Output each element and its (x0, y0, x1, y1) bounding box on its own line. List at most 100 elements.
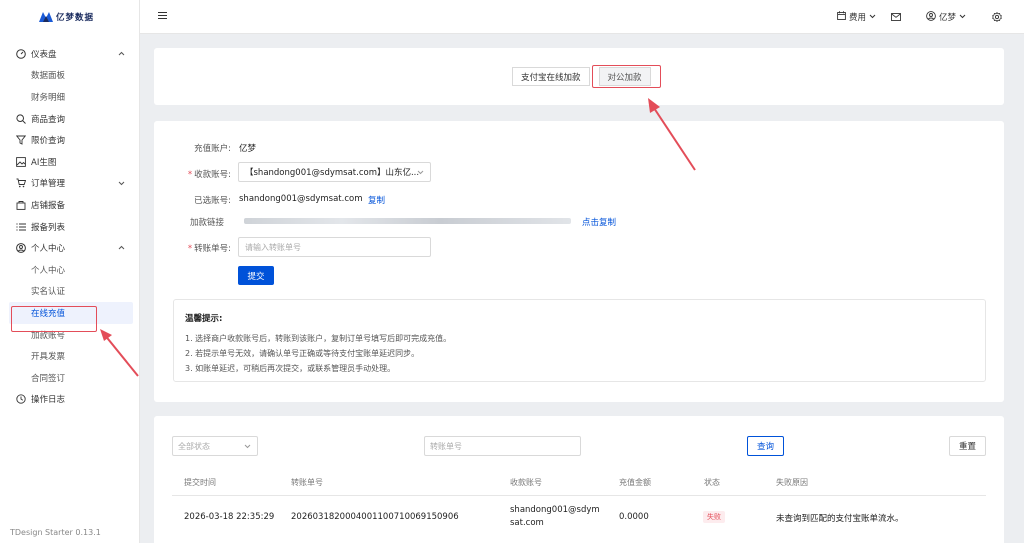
th-submit-time: 提交时间 (184, 478, 216, 487)
th-transfer-no: 转账单号 (291, 478, 323, 487)
payment-link-blurred (244, 218, 571, 224)
chevron-down-icon (118, 179, 125, 189)
cell-reason: 未查询到匹配的支付宝账单流水。 (776, 514, 904, 524)
status-filter-select[interactable]: 全部状态 (172, 436, 258, 456)
tips-line: 1. 选择商户收款账号后，转账到该账户，复制订单号填写后即可完成充值。 (185, 334, 452, 343)
sidebar-item-label: 报备列表 (31, 222, 66, 233)
history-icon (15, 394, 26, 405)
tips-line: 2. 若提示单号无效，请确认单号正确或等待支付宝账单延迟同步。 (185, 349, 420, 358)
calendar-icon (837, 11, 846, 23)
sidebar-item-label: 商品查询 (31, 114, 66, 125)
account-value: 亿梦 (239, 144, 257, 154)
transfer-no-input[interactable]: 请输入转账单号 (238, 237, 431, 257)
sidebar-item-label: 操作日志 (31, 395, 66, 406)
topbar: 费用 亿梦 (140, 0, 1024, 34)
version-label: TDesign Starter 0.13.1 (10, 528, 101, 537)
copy-account-link[interactable]: 复制 (368, 194, 385, 206)
sidebar-item-label: 数据面板 (31, 71, 66, 82)
receiver-label: * 收款账号: (187, 170, 231, 180)
payment-link-label: 加款链接 (189, 218, 224, 228)
recharge-form-card: 充值账户: 亿梦 * 收款账号: 【shandong001@sdymsat.com… (154, 121, 1004, 402)
logo[interactable]: 亿梦数据 (0, 0, 139, 34)
filter-icon (15, 135, 26, 146)
sidebar-subitem[interactable]: 实名认证 (0, 281, 139, 303)
transfer-no-filter-input[interactable]: 转账单号 (424, 436, 581, 456)
settings-icon[interactable] (992, 12, 1002, 22)
sidebar-item-label: 个人中心 (31, 244, 66, 255)
filter-placeholder: 转账单号 (430, 441, 462, 451)
sidebar-item-label: 个人中心 (31, 265, 66, 276)
tab-alipay-online[interactable]: 支付宝在线加款 (512, 67, 590, 86)
sidebar-item-label: 仪表盘 (31, 49, 57, 60)
dashboard-icon (15, 48, 26, 59)
logo-mark-icon (39, 12, 53, 22)
th-amount: 充值金额 (619, 478, 651, 487)
fee-menu-button[interactable]: 费用 (837, 11, 876, 23)
sidebar-item-label: 开具发票 (31, 352, 66, 363)
sidebar-subitem[interactable]: 个人中心 (0, 259, 139, 281)
transfer-no-placeholder: 请输入转账单号 (245, 242, 301, 252)
chevron-down-icon (869, 12, 876, 22)
sidebar-item[interactable]: AI生图 (0, 151, 139, 173)
sidebar-item-label: 财务明细 (31, 92, 66, 103)
user-label: 亿梦 (938, 13, 956, 23)
chevron-up-icon (118, 243, 125, 253)
sidebar-item[interactable]: 限价查询 (0, 129, 139, 151)
sidebar-group[interactable]: 仪表盘 (0, 43, 139, 65)
annotation-box-nav (11, 306, 97, 332)
chevron-down-icon (244, 442, 251, 451)
tips-box: 温馨提示: 1. 选择商户收款账号后，转账到该账户，复制订单号填写后即可完成充值… (173, 299, 986, 382)
query-button[interactable]: 查询 (747, 436, 784, 456)
sidebar-item[interactable]: 商品查询 (0, 108, 139, 130)
th-reason: 失败原因 (776, 478, 808, 487)
sidebar-item-label: AI生图 (31, 157, 57, 168)
submit-button[interactable]: 提交 (238, 266, 274, 285)
shop-icon (15, 199, 26, 210)
sidebar: 亿梦数据 仪表盘数据面板财务明细商品查询限价查询 AI生图订单管理店铺报备报备列表… (0, 0, 140, 543)
chevron-up-icon (118, 49, 125, 59)
sidebar-item-label: 订单管理 (31, 179, 66, 190)
tips-title: 温馨提示: (185, 314, 223, 324)
user-menu-button[interactable]: 亿梦 (926, 10, 966, 24)
account-label: 充值账户: (194, 144, 231, 154)
receiver-select-value: 【shandong001@sdymsat.com】山东亿... (245, 168, 420, 178)
cell-transfer-no: 2026031820004001100710069150906 (291, 512, 459, 522)
user-circle-icon (15, 243, 26, 254)
sidebar-item-label: 限价查询 (31, 136, 66, 147)
cell-amount: 0.0000 (619, 512, 649, 522)
status-filter-placeholder: 全部状态 (178, 441, 210, 451)
tips-line: 3. 如账单延迟，可稍后再次提交，或联系管理员手动处理。 (185, 364, 396, 373)
menu-toggle-icon[interactable] (158, 11, 167, 22)
cell-account: sat.com (510, 518, 544, 528)
sidebar-subitem[interactable]: 数据面板 (0, 65, 139, 87)
sidebar-group[interactable]: 订单管理 (0, 173, 139, 195)
cart-icon (15, 178, 26, 189)
receiver-select[interactable]: 【shandong001@sdymsat.com】山东亿... (238, 162, 431, 182)
reset-button[interactable]: 重置 (949, 436, 986, 456)
sidebar-item[interactable]: 操作日志 (0, 389, 139, 411)
sidebar-subitem[interactable]: 财务明细 (0, 86, 139, 108)
sidebar-group[interactable]: 个人中心 (0, 237, 139, 259)
annotation-box-tab (592, 65, 661, 88)
recharge-method-card: 支付宝在线加款 对公加款 (154, 48, 1004, 105)
annotation-arrow-tab (648, 98, 696, 171)
copy-link-button[interactable]: 点击复制 (582, 216, 616, 228)
table-header-divider (172, 495, 986, 496)
search-icon (15, 113, 26, 124)
user-avatar-icon (926, 10, 936, 24)
sidebar-item-label: 合同签订 (31, 373, 66, 384)
cell-account: shandong001@sdym (510, 505, 600, 515)
cell-time: 2026-03-18 22:35:29 (184, 512, 275, 522)
sidebar-item[interactable]: 店铺报备 (0, 194, 139, 216)
brand-name: 亿梦数据 (56, 13, 95, 23)
sidebar-item-label: 店铺报备 (31, 200, 66, 211)
status-badge: 失败 (703, 511, 725, 523)
chevron-down-icon (417, 168, 424, 178)
sidebar-item-label: 实名认证 (31, 287, 66, 298)
mail-icon[interactable] (891, 13, 901, 21)
transfer-no-label: * 转账单号: (187, 244, 231, 254)
records-card: 全部状态 转账单号 查询 重置 提交时间 转账单号 收款账号 充值金额 状态 失… (154, 416, 1004, 543)
selected-account-label: 已选账号: (194, 196, 231, 206)
sidebar-item[interactable]: 报备列表 (0, 216, 139, 238)
fee-label: 费用 (848, 13, 866, 23)
